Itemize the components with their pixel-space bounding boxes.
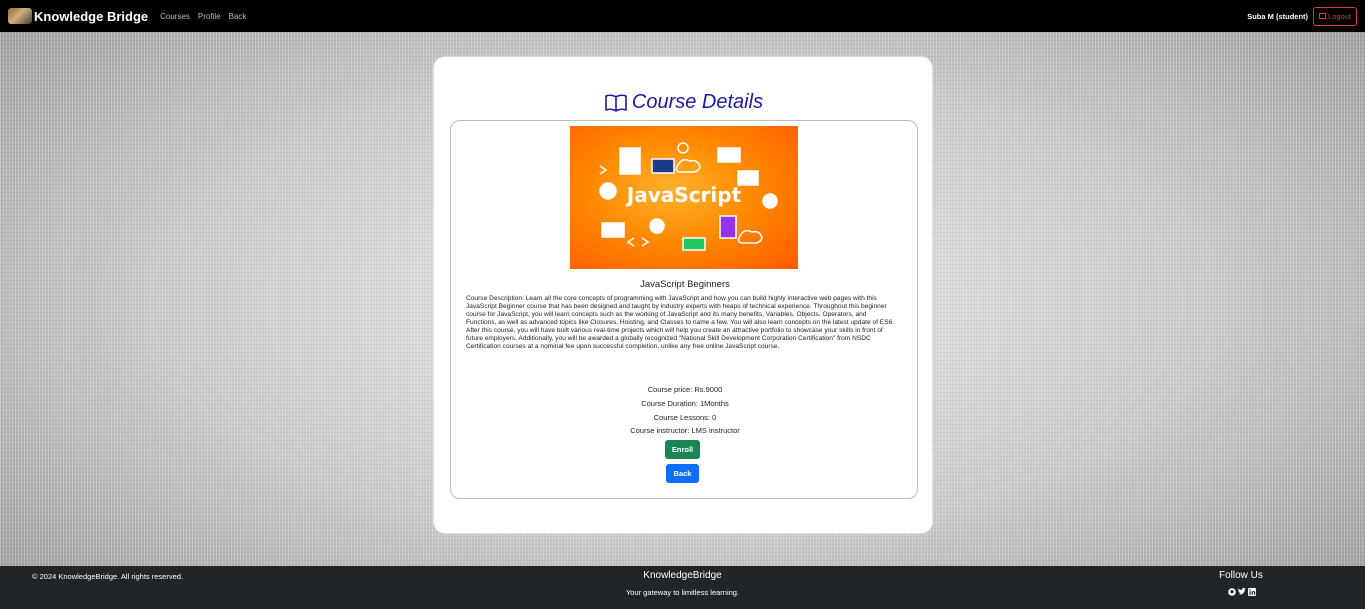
linkedin-icon[interactable] [1248, 588, 1256, 596]
user-label: Suba M (student) [1247, 11, 1309, 21]
book-icon [605, 94, 627, 112]
brand[interactable]: Knowledge Bridge [8, 8, 148, 24]
course-panel: JavaScript JavaScript Beginners Course D… [450, 120, 918, 499]
brand-name: Knowledge Bridge [34, 8, 149, 24]
course-details-card: Course Details JavaScript JavaScript Beg… [433, 56, 933, 534]
course-price: Course price: Rs.9000 [647, 385, 723, 394]
footer-brand: KnowledgeBridge [643, 570, 722, 581]
github-icon[interactable] [1228, 588, 1236, 596]
nav-right: Suba M (student) Logout [1247, 6, 1357, 26]
course-instructor: Course instructor: LMS instructor [630, 426, 740, 435]
follow-us-label: Follow Us [1219, 570, 1263, 581]
brand-logo [8, 8, 32, 24]
course-duration: Course Duration: 1Months [641, 399, 729, 408]
nav-link-profile[interactable]: Profile [198, 12, 221, 21]
social-links [1228, 588, 1258, 596]
footer-tagline: Your gateway to limitless learning. [625, 588, 740, 597]
page-title: Course Details [434, 91, 934, 114]
course-image: JavaScript [570, 126, 798, 269]
logout-button[interactable]: Logout [1313, 6, 1357, 26]
page-title-text: Course Details [631, 91, 764, 113]
course-name: JavaScript Beginners [640, 279, 730, 290]
nav-link-back[interactable]: Back [229, 12, 247, 21]
top-navbar: Knowledge Bridge Courses Profile Back Su… [0, 0, 1365, 32]
enroll-button[interactable]: Enroll [665, 440, 700, 459]
nav-link-courses[interactable]: Courses [160, 12, 190, 21]
twitter-icon[interactable] [1238, 588, 1246, 596]
logout-label: Logout [1328, 11, 1351, 21]
course-lessons: Course Lessons: 0 [653, 413, 717, 422]
back-button[interactable]: Back [666, 464, 699, 483]
logout-icon [1319, 13, 1327, 19]
course-image-text: JavaScript [625, 183, 742, 207]
course-description: Course Description: Learn all the core c… [466, 295, 895, 350]
footer: © 2024 KnowledgeBridge. All rights reser… [0, 566, 1365, 609]
